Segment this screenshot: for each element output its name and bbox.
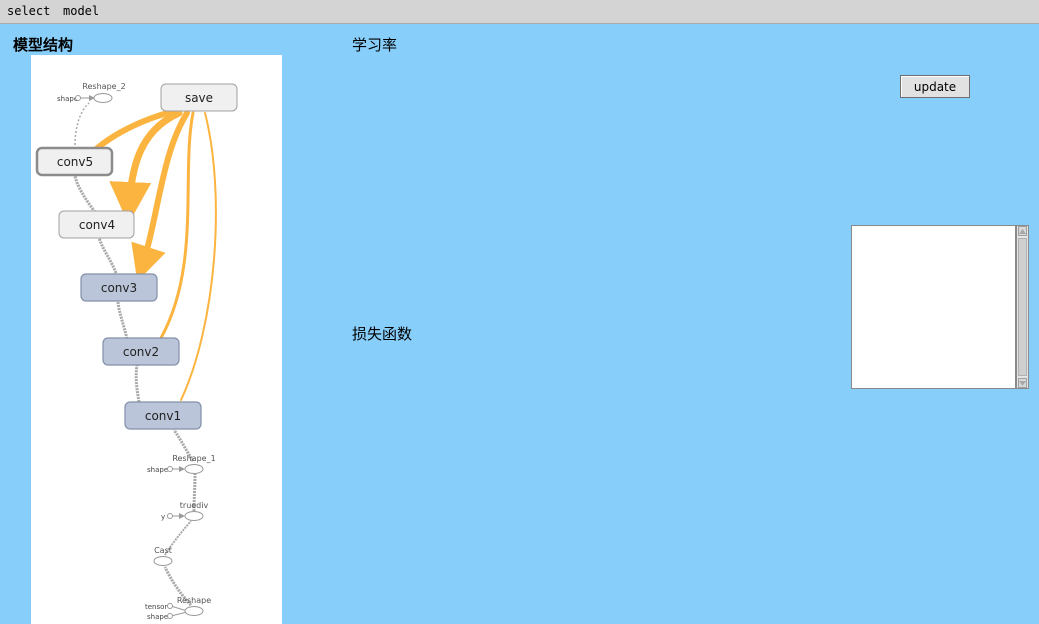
menu-model[interactable]: model	[63, 4, 99, 18]
node-conv1-label: conv1	[145, 409, 181, 423]
edge-save-conv2	[159, 111, 195, 340]
scroll-thumb[interactable]	[1018, 238, 1027, 376]
triangle-up-icon	[1019, 228, 1026, 234]
textarea-scrollbar[interactable]	[1016, 225, 1029, 389]
node-save-label: save	[185, 91, 213, 105]
input-shape-top: shape	[57, 95, 78, 103]
node-truediv-label: truediv	[180, 501, 209, 510]
node-cast	[153, 556, 173, 566]
node-cast-label: Cast	[154, 546, 172, 555]
node-conv2-label: conv2	[123, 345, 159, 359]
menu-bar: select model	[0, 0, 1039, 24]
node-conv3-label: conv3	[101, 281, 137, 295]
scroll-up-button[interactable]	[1018, 226, 1027, 236]
model-graph-panel: save conv5 conv4 conv3 conv2 conv1 Resha…	[31, 55, 282, 624]
node-truediv	[184, 511, 204, 521]
edge-conv3-conv4	[97, 237, 118, 274]
menu-select[interactable]: select	[7, 4, 50, 18]
edge-conv1-conv2	[134, 364, 141, 403]
edge-conv4-conv5	[73, 174, 97, 213]
model-graph: save conv5 conv4 conv3 conv2 conv1 Resha…	[35, 82, 238, 621]
node-reshape-label: Reshape	[177, 596, 211, 605]
input-y: y	[161, 513, 165, 521]
scroll-down-button[interactable]	[1018, 378, 1027, 388]
edge-conv2-conv3	[116, 301, 129, 340]
input-tensor: tensor	[145, 603, 167, 611]
input-shape-bottom: shape	[147, 613, 168, 621]
triangle-down-icon	[1019, 380, 1026, 386]
node-reshape2	[93, 93, 113, 103]
input-shape-mid: shape	[147, 466, 168, 474]
model-structure-title: 模型结构	[13, 36, 74, 54]
edge-conv5-reshape2	[74, 102, 90, 146]
node-reshape1	[184, 464, 204, 474]
update-button[interactable]: update	[900, 75, 970, 98]
node-reshape2-label: Reshape_2	[82, 82, 125, 91]
loss-function-title: 损失函数	[352, 325, 413, 343]
output-textarea[interactable]	[851, 225, 1016, 389]
node-reshape	[184, 606, 204, 616]
node-reshape1-label: Reshape_1	[172, 454, 215, 463]
node-conv4-label: conv4	[79, 218, 115, 232]
node-conv5-label: conv5	[57, 155, 93, 169]
edge-save-conv5	[90, 109, 174, 155]
learning-rate-title: 学习率	[352, 36, 398, 54]
